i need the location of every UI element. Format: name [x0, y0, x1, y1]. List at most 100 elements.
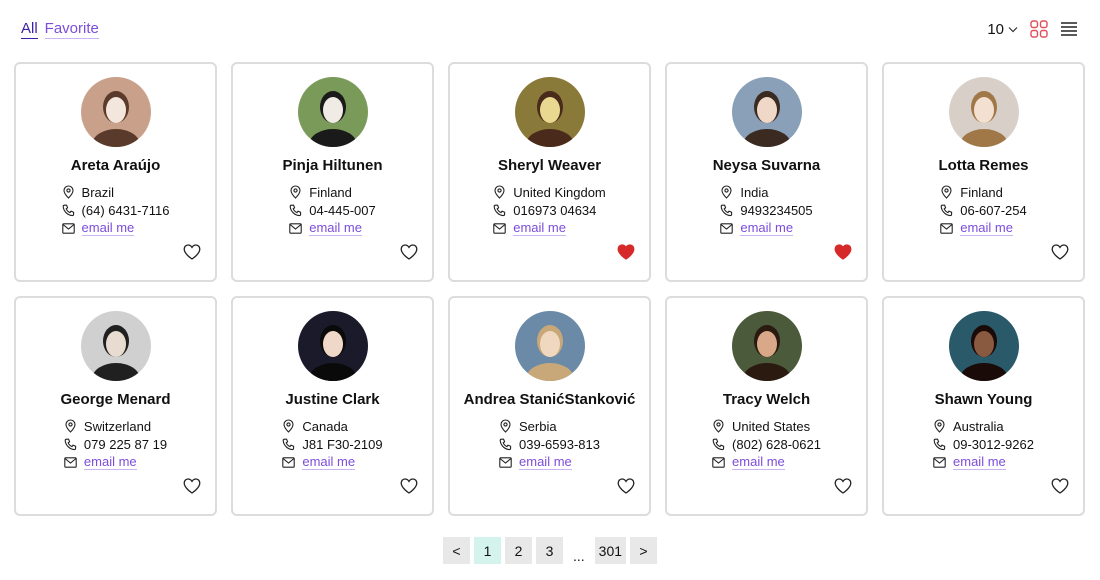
user-card: Neysa Suvarna India 9493234505 email me	[665, 62, 868, 282]
mail-icon	[282, 456, 296, 468]
page-size-select[interactable]: 10	[987, 21, 1018, 38]
location-row: Canada	[282, 418, 382, 434]
user-card: Lotta Remes Finland 06-607-254 email me	[882, 62, 1085, 282]
email-me-link[interactable]: email me	[309, 220, 362, 236]
location-pin-icon	[500, 419, 511, 433]
user-name: Andrea StanićStanković	[463, 391, 636, 408]
email-me-link[interactable]: email me	[83, 454, 137, 470]
heart-outline-icon[interactable]	[183, 478, 201, 494]
user-phone: 04-445-007	[309, 202, 376, 218]
email-row: email me	[940, 220, 1027, 236]
location-row: Australia	[933, 418, 1034, 434]
location-pin-icon	[941, 185, 952, 199]
email-me-link[interactable]: email me	[732, 454, 785, 470]
user-card: Pinja Hiltunen Finland 04-445-007 email …	[231, 62, 434, 282]
heart-outline-icon[interactable]	[400, 244, 418, 260]
prev-page-button[interactable]: <	[442, 537, 470, 564]
phone-row: 09-3012-9262	[933, 436, 1034, 452]
user-card: Andrea StanićStanković Serbia 039-6593-8…	[448, 296, 651, 516]
phone-icon	[283, 438, 295, 450]
page-button-1[interactable]: 1	[473, 537, 501, 564]
page-button-3[interactable]: 3	[535, 537, 563, 564]
user-country: United States	[732, 418, 811, 434]
location-row: Brazil	[62, 184, 170, 200]
user-grid: Areta Araújo Brazil (64) 6431-7116 email…	[14, 62, 1085, 516]
heart-outline-icon[interactable]	[400, 478, 418, 494]
mail-icon	[933, 456, 946, 468]
user-country: India	[740, 184, 769, 200]
mail-icon	[940, 222, 953, 234]
heart-filled-icon[interactable]	[834, 244, 852, 260]
filter-all-link[interactable]: All	[21, 20, 38, 39]
phone-icon	[64, 438, 77, 450]
mail-icon	[289, 222, 302, 234]
avatar-photo	[80, 311, 151, 381]
grid-view-icon[interactable]	[1030, 20, 1048, 38]
phone-icon	[720, 204, 733, 216]
email-row: email me	[64, 454, 167, 470]
filter-favorite-link[interactable]: Favorite	[44, 20, 99, 39]
heart-filled-icon[interactable]	[617, 244, 635, 260]
user-details: Brazil (64) 6431-7116 email me	[16, 184, 215, 236]
avatar-photo	[514, 311, 585, 381]
heart-outline-icon[interactable]	[617, 478, 635, 494]
phone-row: J81 F30-2109	[282, 436, 383, 452]
location-row: Switzerland	[64, 418, 167, 434]
phone-icon	[62, 204, 74, 216]
user-phone: 039-6593-813	[519, 436, 600, 452]
location-pin-icon	[290, 185, 301, 199]
user-card: Tracy Welch United States (802) 628-0621	[665, 296, 868, 516]
mail-icon	[493, 222, 506, 234]
user-phone: 079 225 87 19	[83, 436, 168, 452]
user-phone: 06-607-254	[960, 202, 1027, 218]
heart-outline-icon[interactable]	[183, 244, 201, 260]
user-phone: 016973 04634	[513, 202, 597, 218]
next-page-button[interactable]: >	[630, 537, 658, 564]
email-me-link[interactable]: email me	[519, 454, 572, 470]
user-details: Serbia 039-6593-813 email me	[450, 418, 649, 470]
location-pin-icon	[713, 419, 724, 433]
location-pin-icon	[62, 185, 74, 199]
user-details: Finland 06-607-254 email me	[884, 184, 1083, 236]
phone-row: 06-607-254	[940, 202, 1027, 218]
heart-outline-icon[interactable]	[834, 478, 852, 494]
email-me-link[interactable]: email me	[740, 220, 794, 236]
location-row: United States	[712, 418, 821, 434]
list-view-icon[interactable]	[1060, 21, 1078, 37]
email-me-link[interactable]: email me	[953, 454, 1006, 470]
phone-row: 016973 04634	[493, 202, 606, 218]
avatar	[731, 311, 802, 381]
location-row: Serbia	[499, 418, 600, 434]
email-row: email me	[493, 220, 606, 236]
heart-outline-icon[interactable]	[1051, 478, 1069, 494]
avatar-photo	[731, 311, 802, 381]
page-button-2[interactable]: 2	[504, 537, 532, 564]
user-phone: (64) 6431-7116	[81, 202, 170, 218]
avatar	[948, 77, 1019, 147]
email-me-link[interactable]: email me	[960, 220, 1013, 236]
user-card: George Menard Switzerland 079 225 87 19	[14, 296, 217, 516]
user-details: United Kingdom 016973 04634 email me	[450, 184, 649, 236]
email-me-link[interactable]: email me	[513, 220, 566, 236]
phone-icon	[493, 204, 506, 216]
heart-outline-icon[interactable]	[1051, 244, 1069, 260]
user-card: Areta Araújo Brazil (64) 6431-7116 email…	[14, 62, 217, 282]
location-pin-icon	[65, 419, 76, 433]
user-name: Pinja Hiltunen	[282, 157, 383, 174]
email-me-link[interactable]: email me	[302, 454, 356, 470]
user-country: United Kingdom	[513, 184, 606, 200]
page-size-value: 10	[987, 20, 1004, 38]
pagination-ellipsis: ...	[572, 548, 585, 564]
location-pin-icon	[283, 419, 294, 433]
email-me-link[interactable]: email me	[81, 220, 135, 236]
user-country: Finland	[309, 184, 352, 200]
avatar	[297, 77, 368, 147]
avatar	[514, 77, 585, 147]
user-card: Sheryl Weaver United Kingdom 016973 0463…	[448, 62, 651, 282]
last-page-button[interactable]: 301	[594, 537, 627, 564]
user-phone: (802) 628-0621	[732, 436, 821, 452]
toolbar: All Favorite 10	[0, 0, 1100, 60]
user-name: Justine Clark	[285, 391, 380, 408]
user-details: United States (802) 628-0621 email me	[667, 418, 866, 470]
user-country: Australia	[953, 418, 1004, 434]
